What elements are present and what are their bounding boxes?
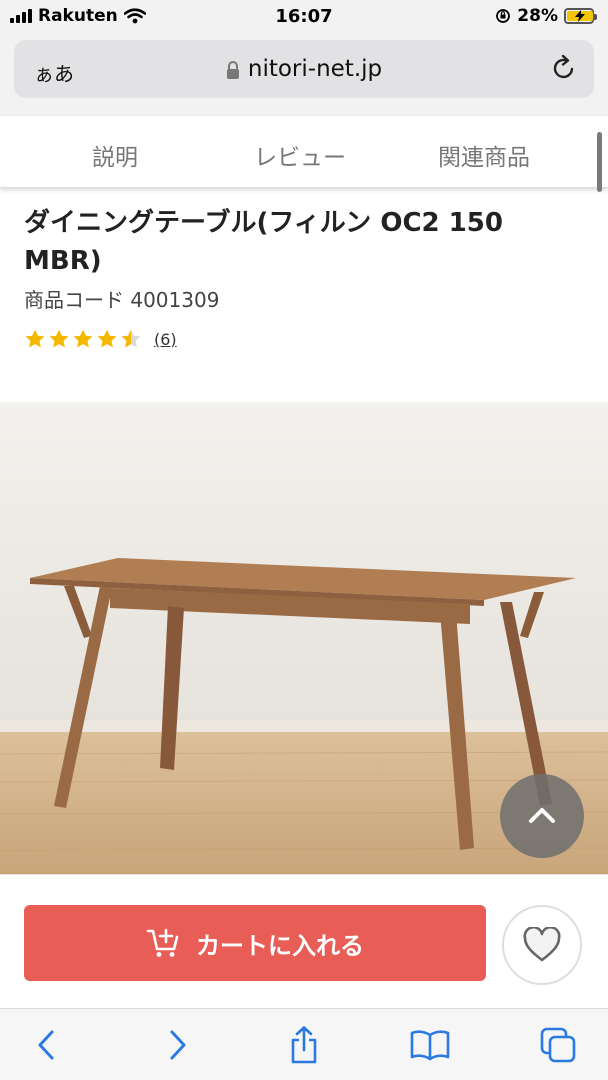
battery-icon bbox=[564, 8, 597, 24]
tabs-icon bbox=[540, 1027, 576, 1063]
review-count-link[interactable]: (6) bbox=[154, 330, 177, 349]
status-right: 28% bbox=[495, 6, 597, 26]
star-icon bbox=[25, 329, 45, 348]
battery-percent: 28% bbox=[517, 6, 558, 26]
half-star-icon bbox=[121, 329, 141, 348]
product-title: ダイニングテーブル(フィルン OC2 150 MBR) bbox=[24, 208, 503, 276]
address-bar[interactable]: ぁあ nitori-net.jp bbox=[14, 40, 594, 98]
tab-reviews[interactable]: レビュー bbox=[254, 138, 346, 172]
product-rating[interactable]: (6) bbox=[24, 328, 177, 350]
tab-description[interactable]: 説明 bbox=[92, 138, 138, 172]
tabs-button[interactable] bbox=[536, 1025, 580, 1065]
star-icon bbox=[73, 329, 93, 348]
heart-icon bbox=[523, 927, 561, 962]
orientation-lock-icon bbox=[496, 9, 511, 23]
url-display[interactable]: nitori-net.jp bbox=[14, 56, 594, 82]
share-button[interactable] bbox=[282, 1025, 326, 1065]
add-to-cart-button[interactable]: カートに入れる bbox=[24, 905, 486, 981]
status-bar: Rakuten 16:07 28% bbox=[0, 0, 608, 34]
back-button[interactable] bbox=[24, 1025, 68, 1065]
star-icon bbox=[97, 329, 117, 348]
product-tab-bar: 説明 レビュー 関連商品 bbox=[0, 116, 608, 192]
browser-bar: ぁあ nitori-net.jp bbox=[0, 34, 608, 116]
cart-plus-icon bbox=[146, 928, 179, 957]
scroll-to-top-button[interactable] bbox=[500, 774, 584, 858]
scroll-indicator bbox=[597, 132, 602, 192]
back-icon bbox=[38, 1030, 54, 1060]
product-code: 商品コード 4001309 bbox=[24, 288, 220, 312]
browser-toolbar bbox=[0, 1008, 608, 1080]
bookmarks-icon bbox=[410, 1030, 450, 1061]
forward-icon bbox=[170, 1030, 186, 1060]
add-to-cart-label: カートに入れる bbox=[196, 931, 364, 960]
reload-icon[interactable] bbox=[550, 54, 578, 82]
chevron-up-icon bbox=[529, 808, 555, 823]
bookmarks-button[interactable] bbox=[408, 1025, 452, 1065]
tab-related-products[interactable]: 関連商品 bbox=[438, 138, 530, 172]
url-text: nitori-net.jp bbox=[247, 56, 383, 82]
star-icon bbox=[49, 329, 69, 348]
favorite-button[interactable] bbox=[502, 905, 582, 985]
lock-icon bbox=[226, 60, 239, 79]
forward-button[interactable] bbox=[156, 1025, 200, 1065]
cart-bar: カートに入れる bbox=[0, 874, 608, 1008]
share-icon bbox=[291, 1026, 317, 1064]
